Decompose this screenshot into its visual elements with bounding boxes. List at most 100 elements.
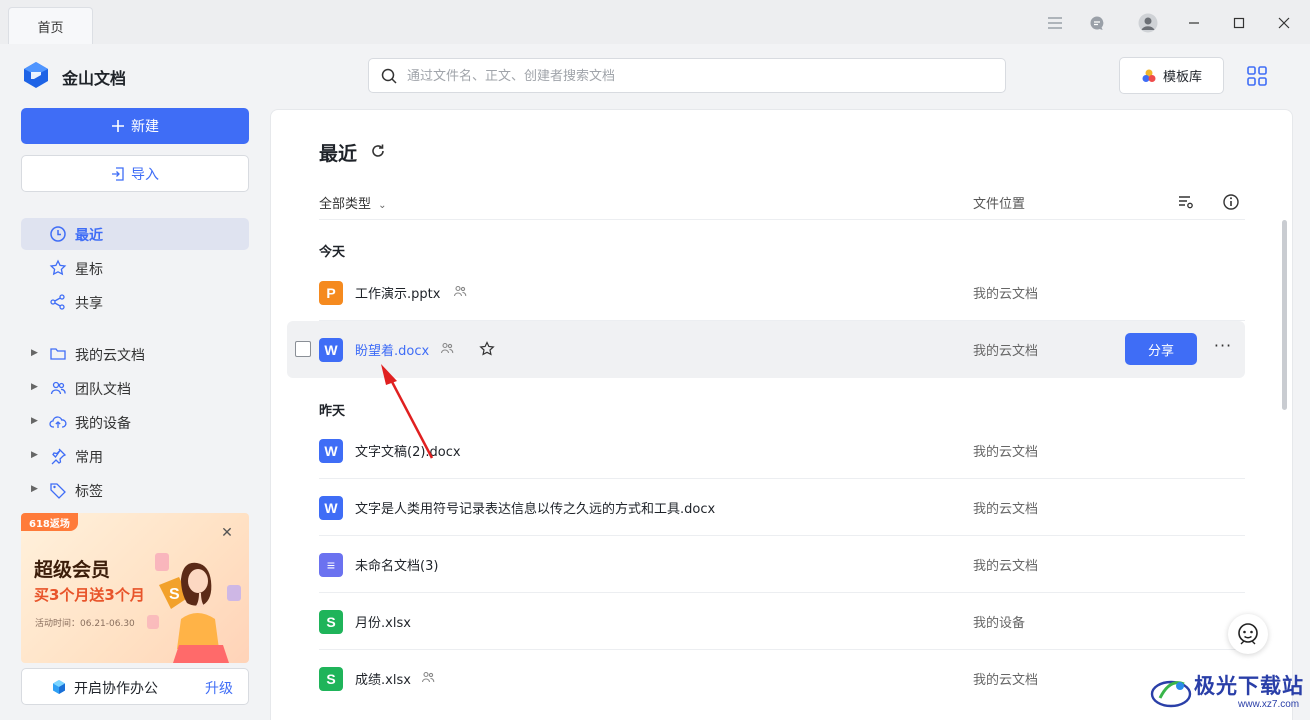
file-location: 我的云文档 — [973, 287, 1039, 302]
sidebar-item-tags[interactable]: ▶ 标签 — [21, 474, 249, 506]
minimize-icon[interactable] — [1184, 12, 1204, 34]
sidebar-item-my-cloud-docs[interactable]: ▶ 我的云文档 — [21, 338, 249, 370]
caret-right-icon[interactable]: ▶ — [31, 484, 38, 494]
sidebar-item-label: 标签 — [75, 484, 103, 500]
page-title: 最近 — [319, 143, 358, 165]
caret-right-icon[interactable]: ▶ — [31, 348, 38, 358]
share-button[interactable]: 分享 — [1125, 333, 1197, 365]
file-name[interactable]: 盼望着.docx — [355, 340, 429, 359]
xlsx-file-icon: S — [319, 667, 343, 691]
table-row-hovered[interactable]: W 盼望着.docx 我的云文档 分享 ··· — [287, 321, 1245, 378]
sort-settings-icon[interactable] — [1177, 193, 1195, 211]
table-row[interactable]: P 工作演示.pptx 我的云文档 — [287, 264, 1245, 321]
file-location: 我的云文档 — [973, 502, 1039, 517]
table-row[interactable]: S 成绩.xlsx 我的云文档 — [287, 650, 1245, 707]
app-name: 金山文档 — [62, 69, 127, 88]
plus-icon — [112, 120, 124, 132]
sidebar-item-recent[interactable]: 最近 — [21, 218, 249, 250]
new-button[interactable]: 新建 — [21, 108, 249, 144]
search-icon — [381, 68, 397, 84]
template-library-button[interactable]: 模板库 — [1119, 57, 1224, 94]
folder-icon — [50, 348, 66, 360]
caret-right-icon[interactable]: ▶ — [31, 450, 38, 460]
file-name[interactable]: 工作演示.pptx — [355, 283, 440, 302]
file-name[interactable]: 文字是人类用符号记录表达信息以传之久远的方式和工具.docx — [355, 498, 715, 517]
menu-icon[interactable] — [1045, 12, 1065, 34]
grid-view-icon[interactable] — [1246, 65, 1268, 87]
sidebar-item-label: 最近 — [75, 228, 103, 244]
template-library-label: 模板库 — [1162, 70, 1202, 85]
promo-banner[interactable]: 618返场 超级会员 买3个月送3个月 活动时间：06.21-06.30 S ✕ — [21, 513, 249, 663]
import-icon — [112, 166, 124, 181]
close-icon[interactable] — [1274, 12, 1294, 34]
row-checkbox[interactable] — [295, 341, 311, 357]
scrollbar[interactable] — [1282, 220, 1287, 410]
file-name[interactable]: 未命名文档(3) — [355, 555, 438, 574]
sidebar-item-my-devices[interactable]: ▶ 我的设备 — [21, 406, 249, 438]
search-box[interactable] — [368, 58, 1006, 93]
upgrade-link[interactable]: 升级 — [205, 678, 233, 698]
file-location: 我的云文档 — [973, 445, 1039, 460]
info-icon[interactable] — [1222, 193, 1240, 211]
group-label-yesterday: 昨天 — [319, 404, 346, 419]
table-row[interactable]: ≡ 未命名文档(3) 我的云文档 — [287, 536, 1245, 593]
sidebar-item-frequent[interactable]: ▶ 常用 — [21, 440, 249, 472]
sidebar-item-label: 我的云文档 — [75, 348, 145, 364]
shared-users-icon — [421, 671, 435, 683]
caret-right-icon[interactable]: ▶ — [31, 416, 38, 426]
sidebar-item-team-docs[interactable]: ▶ 团队文档 — [21, 372, 249, 404]
pptx-file-icon: P — [319, 281, 343, 305]
sidebar-item-label: 团队文档 — [75, 382, 131, 398]
team-icon — [50, 381, 66, 395]
table-row[interactable]: W 文字文稿(2).docx 我的云文档 — [287, 422, 1245, 479]
file-name[interactable]: 月份.xlsx — [355, 612, 411, 631]
cloud-upload-icon — [49, 416, 67, 428]
app-logo-icon — [24, 62, 48, 88]
more-options-icon[interactable]: ··· — [1213, 338, 1233, 358]
promo-tag: 618返场 — [21, 513, 78, 531]
star-icon — [49, 259, 67, 276]
collab-button[interactable]: 开启协作办公 升级 — [21, 668, 249, 705]
star-icon[interactable] — [479, 341, 495, 357]
type-filter-label: 全部类型 — [319, 197, 372, 212]
file-location: 我的设备 — [973, 616, 1026, 631]
sidebar-item-starred[interactable]: 星标 — [21, 252, 249, 284]
search-input[interactable] — [407, 64, 987, 88]
pin-icon — [51, 448, 67, 465]
sidebar-item-label: 我的设备 — [75, 416, 131, 432]
promo-close-icon[interactable]: ✕ — [219, 525, 235, 541]
maximize-icon[interactable] — [1229, 12, 1249, 34]
sidebar-item-label: 常用 — [75, 450, 103, 466]
refresh-icon[interactable] — [369, 142, 387, 160]
header-divider — [319, 219, 1245, 220]
table-row[interactable]: S 月份.xlsx 我的设备 — [287, 593, 1245, 650]
group-label-today: 今天 — [319, 245, 346, 260]
type-filter-dropdown[interactable]: 全部类型 ⌄ — [319, 193, 387, 212]
file-name[interactable]: 文字文稿(2).docx — [355, 441, 461, 460]
chat-icon[interactable] — [1087, 12, 1107, 34]
collab-label: 开启协作办公 — [74, 681, 158, 697]
caret-right-icon[interactable]: ▶ — [31, 382, 38, 392]
new-button-label: 新建 — [131, 119, 159, 135]
promo-title: 超级会员 — [34, 559, 111, 581]
avatar[interactable] — [1137, 12, 1159, 34]
import-button-label: 导入 — [131, 166, 159, 183]
table-row[interactable]: W 文字是人类用符号记录表达信息以传之久远的方式和工具.docx 我的云文档 — [287, 479, 1245, 536]
watermark-logo-icon — [1150, 680, 1192, 708]
import-button[interactable]: 导入 — [21, 155, 249, 192]
sidebar-item-shared[interactable]: 共享 — [21, 286, 249, 318]
svg-text:S: S — [169, 586, 180, 603]
promo-illustration: S — [147, 553, 241, 663]
chevron-down-icon: ⌄ — [378, 200, 387, 211]
assistant-icon[interactable] — [1228, 614, 1268, 654]
tab-home-label: 首页 — [37, 20, 64, 36]
tab-home[interactable]: 首页 — [8, 7, 93, 44]
docx-file-icon: W — [319, 439, 343, 463]
main-panel: 最近 全部类型 ⌄ 文件位置 今天 P 工作演示.pptx 我的云文档 W 盼望… — [270, 109, 1293, 720]
sidebar-item-label: 星标 — [75, 262, 103, 278]
share-icon — [50, 294, 65, 310]
file-name[interactable]: 成绩.xlsx — [355, 669, 411, 688]
template-icon — [1142, 69, 1156, 82]
file-location: 我的云文档 — [973, 559, 1039, 574]
promo-subtitle: 买3个月送3个月 — [34, 586, 145, 604]
